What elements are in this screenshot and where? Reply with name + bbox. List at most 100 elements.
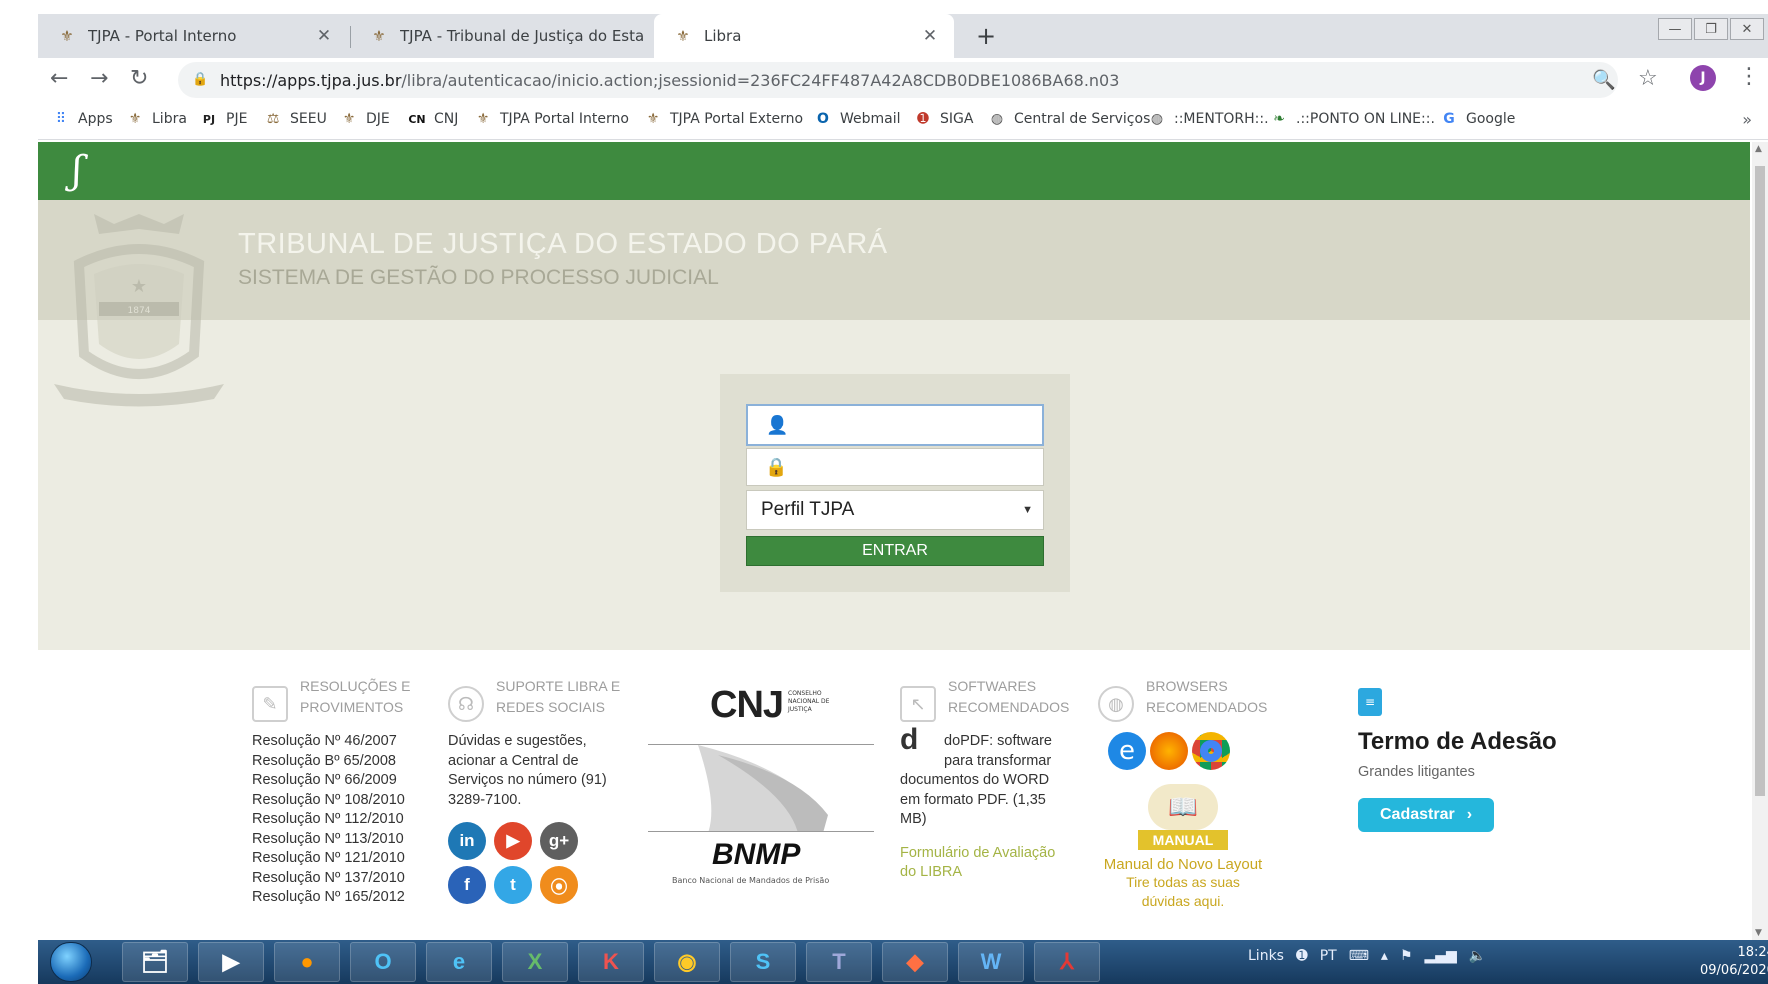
bookmark-webmail[interactable]: O Webmail: [814, 111, 900, 127]
firefox-icon[interactable]: ●: [274, 942, 340, 982]
dopdf-line: doPDF: software: [944, 733, 1052, 749]
resolucao-link[interactable]: Resolução Nº 108/2010: [252, 791, 422, 811]
tray-links[interactable]: Links: [1248, 948, 1284, 964]
keyboard-icon[interactable]: ⌨: [1349, 948, 1369, 964]
tab-libra[interactable]: ⚜ Libra ✕: [654, 14, 954, 58]
bookmark-apps[interactable]: ⠿ Apps: [52, 111, 113, 127]
address-bar[interactable]: 🔒 https://apps.tjpa.jus.br/libra/autenti…: [178, 62, 1618, 98]
bnmp-graphic: [648, 744, 874, 832]
google-plus-icon[interactable]: g+: [540, 822, 578, 860]
url-text[interactable]: https://apps.tjpa.jus.br/libra/autentica…: [220, 71, 1119, 90]
volume-icon[interactable]: 🔈: [1469, 948, 1486, 964]
libra-logo-icon[interactable]: ʃ: [72, 148, 82, 192]
bookmark-dje[interactable]: ⚜ DJE: [340, 111, 390, 127]
kaspersky-icon[interactable]: K: [578, 942, 644, 982]
office-icon[interactable]: ◆: [882, 942, 948, 982]
bookmark-cnj[interactable]: CN CNJ: [408, 111, 458, 127]
manual-block[interactable]: 📖 MANUAL Manual do Novo Layout Tire toda…: [1098, 784, 1268, 911]
page-scrollbar[interactable]: ▲ ▼: [1752, 142, 1768, 940]
internet-explorer-icon[interactable]: e: [426, 942, 492, 982]
reload-icon[interactable]: ↻: [130, 66, 148, 91]
cnj-bnmp-banner[interactable]: CNJ CONSELHO NACIONAL DE JUSTIÇA BNMP Ba…: [648, 684, 874, 885]
top-green-bar: ʃ: [38, 142, 1750, 200]
firefox-icon[interactable]: [1150, 732, 1188, 770]
bookmark-pje[interactable]: PJ PJE: [200, 111, 248, 127]
bookmark-portal-externo[interactable]: ⚜ TJPA Portal Externo: [644, 111, 803, 127]
bookmark-star-icon[interactable]: ☆: [1638, 66, 1658, 91]
bookmark-siga[interactable]: ➊ SIGA: [914, 111, 973, 127]
tray-expand-icon[interactable]: ▴: [1381, 948, 1388, 964]
menu-kebab-icon[interactable]: ⋮: [1738, 64, 1760, 89]
chrome-icon[interactable]: ◉: [654, 942, 720, 982]
resolucao-link[interactable]: Resolução Nº 121/2010: [252, 849, 422, 869]
minimize-icon[interactable]: —: [1658, 18, 1692, 40]
resolucao-link[interactable]: Resolução Nº 112/2010: [252, 810, 422, 830]
password-input[interactable]: [795, 458, 1043, 476]
resolucao-link[interactable]: Resolução Nº 66/2009: [252, 771, 422, 791]
username-field[interactable]: 👤: [746, 404, 1044, 446]
more-bookmarks-icon[interactable]: »: [1742, 110, 1752, 129]
resolucao-link[interactable]: Resolução Nº 165/2012: [252, 888, 422, 908]
scroll-down-icon[interactable]: ▼: [1755, 928, 1762, 938]
bookmark-libra[interactable]: ⚜ Libra: [126, 111, 187, 127]
bookmark-central-servicos[interactable]: ◍ Central de Serviços: [988, 111, 1150, 127]
bookmark-mentorh[interactable]: ◍::MENTORH::.: [1148, 111, 1269, 127]
chrome-icon[interactable]: [1192, 732, 1230, 770]
bookmark-google[interactable]: G Google: [1440, 111, 1515, 127]
tab-portal-interno[interactable]: ⚜ TJPA - Portal Interno ✕: [38, 14, 348, 58]
forward-icon[interactable]: →: [90, 66, 108, 91]
plus-icon[interactable]: +: [976, 22, 996, 50]
bookmark-ponto[interactable]: ❧ .::PONTO ON LINE::.: [1270, 111, 1435, 127]
profile-avatar[interactable]: J: [1690, 65, 1716, 91]
zoom-icon[interactable]: 🔍: [1592, 68, 1616, 91]
twitter-icon[interactable]: t: [494, 866, 532, 904]
cnj-logo-subtitle: CONSELHO NACIONAL DE JUSTIÇA: [788, 690, 830, 713]
internet-explorer-icon[interactable]: e: [1108, 732, 1146, 770]
facebook-icon[interactable]: f: [448, 866, 486, 904]
tray-lang[interactable]: PT: [1320, 948, 1337, 964]
system-clock[interactable]: 18:24 09/06/2020: [1700, 944, 1768, 980]
enter-button[interactable]: ENTRAR: [746, 536, 1044, 566]
google-icon: G: [1443, 111, 1455, 127]
resolucao-link[interactable]: Resolução Nº 46/2007: [252, 732, 422, 752]
page-footer: ✎ RESOLUÇÕES E PROVIMENTOS Resolução Nº …: [38, 650, 1750, 940]
scroll-up-icon[interactable]: ▲: [1755, 144, 1762, 154]
start-button[interactable]: [50, 942, 92, 982]
skype-icon[interactable]: S: [730, 942, 796, 982]
suporte-column: ☊ SUPORTE LIBRA E REDES SOCIAIS Dúvidas …: [448, 676, 638, 904]
siga-icon[interactable]: ➊: [1296, 948, 1308, 964]
outlook-icon[interactable]: O: [350, 942, 416, 982]
linkedin-icon[interactable]: in: [448, 822, 486, 860]
acrobat-icon[interactable]: ⅄: [1034, 942, 1100, 982]
restore-icon[interactable]: ❐: [1694, 18, 1728, 40]
explorer-icon[interactable]: 🗂: [122, 942, 188, 982]
close-icon[interactable]: ✕: [312, 26, 336, 46]
formulario-avaliacao-link[interactable]: Formulário de Avaliação do LIBRA: [900, 844, 1080, 883]
close-window-icon[interactable]: ✕: [1730, 18, 1764, 40]
close-icon[interactable]: ✕: [918, 26, 942, 46]
username-input[interactable]: [796, 416, 1042, 434]
teams-icon[interactable]: T: [806, 942, 872, 982]
bookmark-portal-interno[interactable]: ⚜ TJPA Portal Interno: [474, 111, 629, 127]
window-controls: — ❐ ✕: [1658, 18, 1764, 40]
dopdf-block[interactable]: d doPDF: software para transformar docum…: [900, 725, 1080, 830]
youtube-icon[interactable]: ▶: [494, 822, 532, 860]
tab-label: TJPA - Tribunal de Justiça do Esta: [400, 27, 645, 45]
resolucao-link[interactable]: Resolução Nº 137/2010: [252, 869, 422, 889]
cadastrar-button[interactable]: Cadastrar ›: [1358, 798, 1494, 832]
lock-icon: 🔒: [765, 456, 788, 478]
rss-icon[interactable]: ⦿: [540, 866, 578, 904]
tab-tribunal[interactable]: ⚜ TJPA - Tribunal de Justiça do Esta ✕: [350, 14, 690, 58]
excel-icon[interactable]: X: [502, 942, 568, 982]
word-icon[interactable]: W: [958, 942, 1024, 982]
flag-icon[interactable]: ⚑: [1400, 948, 1413, 964]
network-icon[interactable]: ▂▄▆: [1425, 948, 1457, 964]
media-player-icon[interactable]: ▶: [198, 942, 264, 982]
profile-select[interactable]: Perfil TJPA ▼: [746, 490, 1044, 530]
bookmark-seeu[interactable]: ⚖ SEEU: [264, 111, 327, 127]
password-field[interactable]: 🔒: [746, 448, 1044, 486]
resolucao-link[interactable]: Resolução Bº 65/2008: [252, 752, 422, 772]
resolucao-link[interactable]: Resolução Nº 113/2010: [252, 830, 422, 850]
scrollbar-thumb[interactable]: [1755, 166, 1765, 796]
back-icon[interactable]: ←: [50, 66, 68, 91]
